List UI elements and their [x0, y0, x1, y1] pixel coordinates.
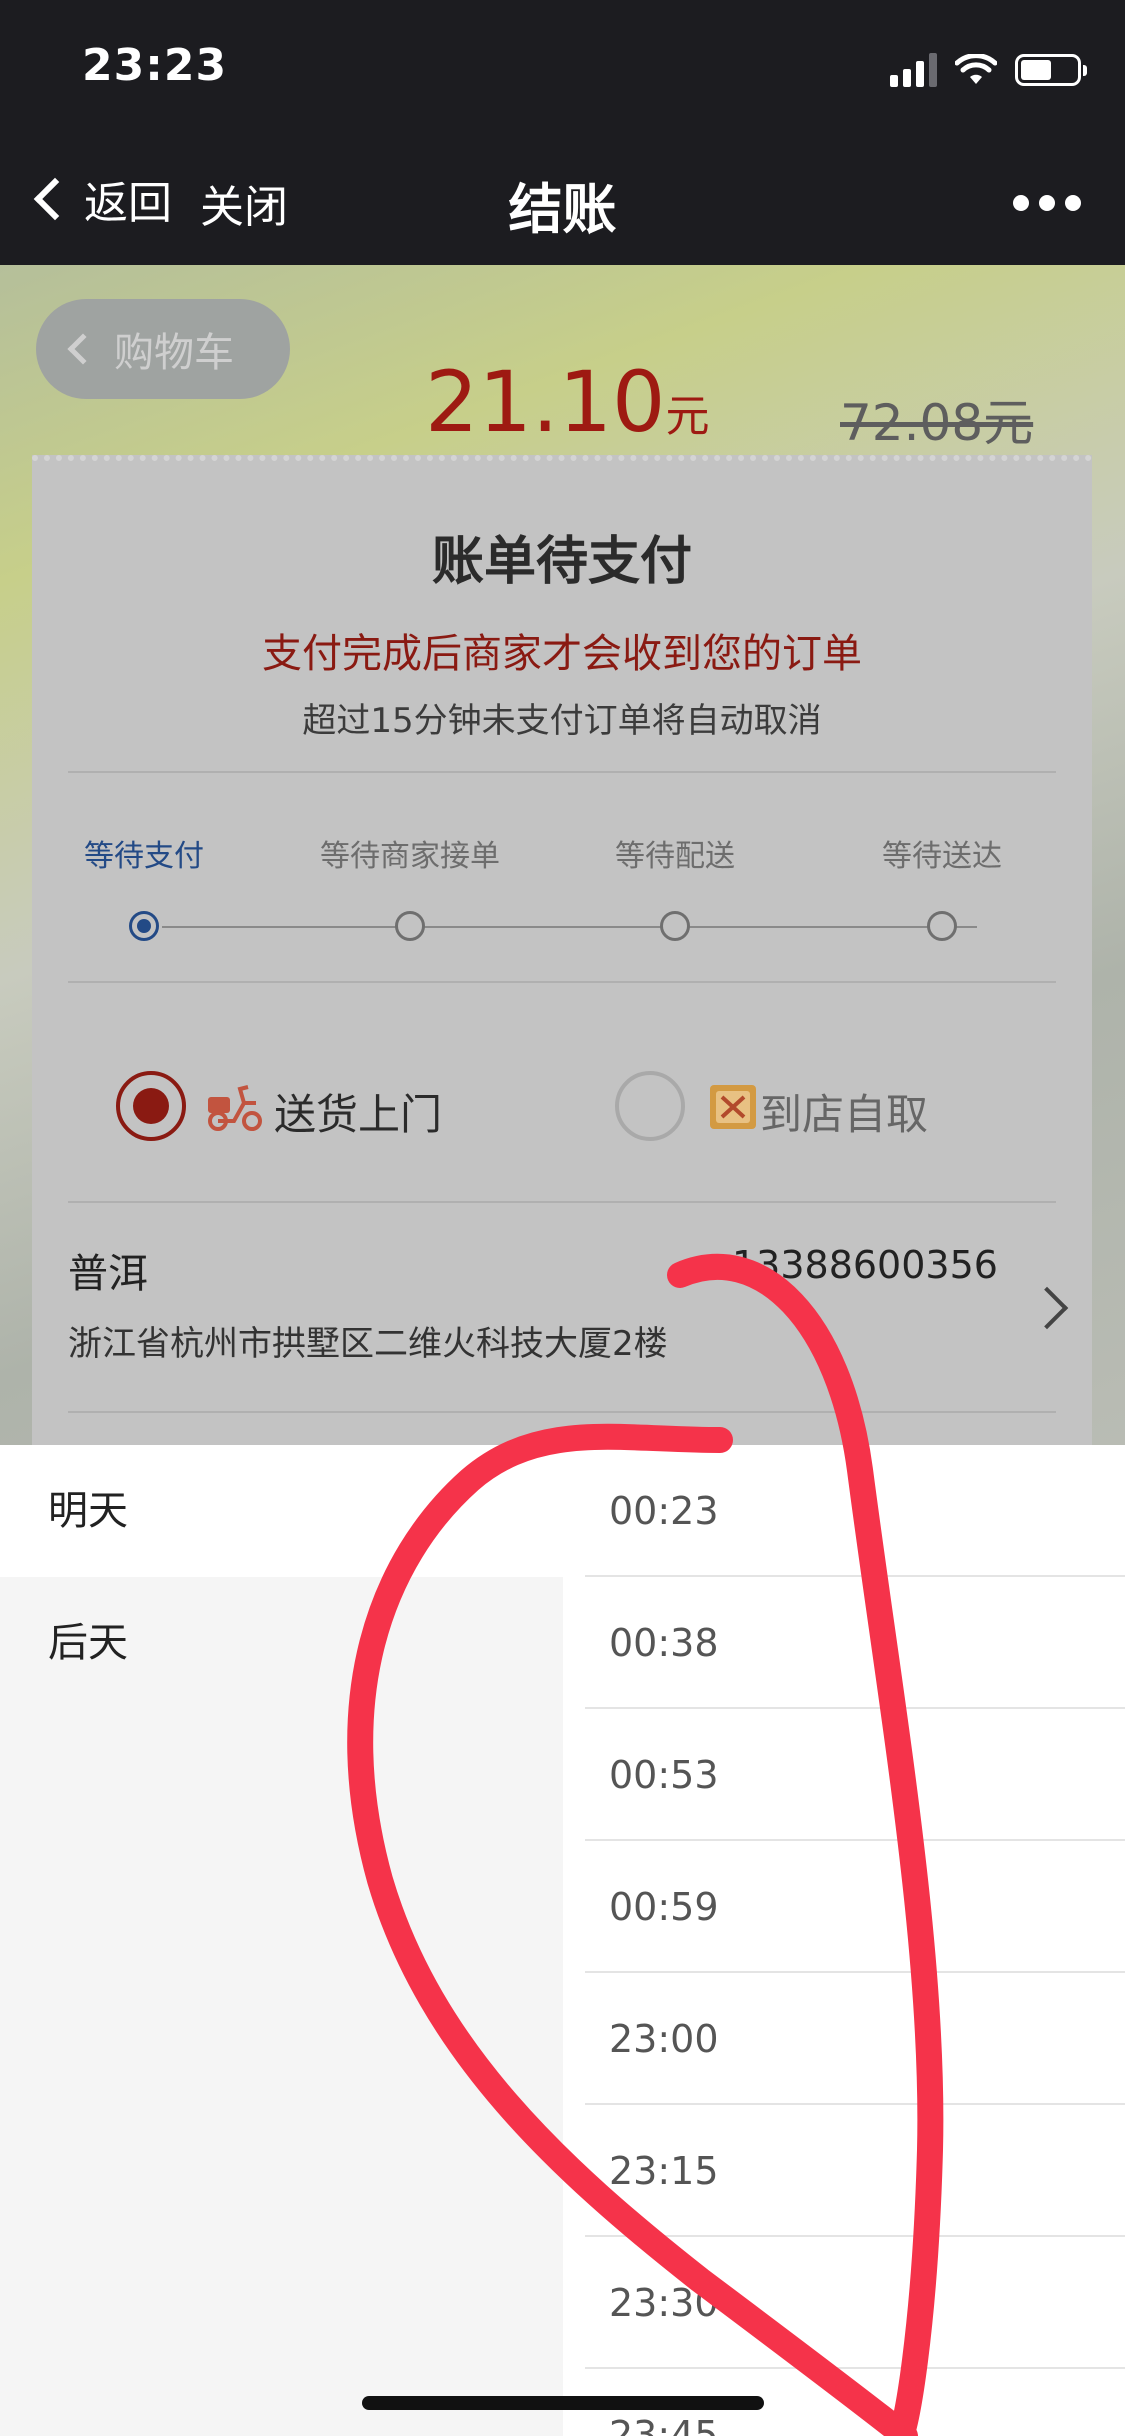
pickup-radio[interactable]: [615, 1071, 685, 1141]
delivery-address: 浙江省杭州市拱墅区二维火科技大厦2楼: [68, 1324, 668, 1364]
original-price: 72.08元: [840, 394, 1034, 452]
divider: [68, 1411, 1056, 1413]
bill-card: 账单待支付 支付完成后商家才会收到您的订单 超过15分钟未支付订单将自动取消 等…: [32, 455, 1092, 1445]
delivery-radio[interactable]: [116, 1071, 186, 1141]
cart-button[interactable]: 购物车: [36, 299, 290, 399]
step-label: 等待支付: [84, 839, 204, 874]
step-item: 等待支付: [24, 831, 264, 941]
status-time: 23:23: [82, 40, 228, 91]
cellular-signal-icon: [890, 53, 937, 87]
time-option[interactable]: 00:38: [585, 1577, 1125, 1709]
time-option[interactable]: 00:23: [585, 1445, 1125, 1577]
status-icons: [890, 50, 1087, 90]
divider: [68, 1201, 1056, 1203]
step-label: 等待送达: [882, 839, 1002, 874]
day-option-day-after[interactable]: 后天: [0, 1577, 563, 1709]
step-item: 等待配送: [555, 831, 795, 941]
step-dot: [395, 911, 425, 941]
time-option[interactable]: 00:53: [585, 1709, 1125, 1841]
step-label: 等待商家接单: [320, 839, 500, 874]
step-dot: [927, 911, 957, 941]
price-unit: 元: [665, 391, 710, 442]
home-indicator[interactable]: [362, 2396, 764, 2410]
time-option[interactable]: 23:15: [585, 2105, 1125, 2237]
divider: [68, 981, 1056, 983]
day-option-tomorrow[interactable]: 明天: [0, 1445, 563, 1577]
time-option[interactable]: 23:00: [585, 1973, 1125, 2105]
bill-title: 账单待支付: [431, 532, 692, 592]
chevron-right-icon[interactable]: [1025, 1286, 1069, 1330]
progress-line: [162, 926, 977, 928]
cancel-notice: 超过15分钟未支付订单将自动取消: [302, 701, 822, 741]
time-option[interactable]: 23:30: [585, 2237, 1125, 2369]
recipient-phone: 13388600356: [732, 1243, 998, 1287]
more-icon[interactable]: [1013, 195, 1081, 211]
delivery-options: 送货上门 到店自取: [32, 1051, 1092, 1161]
divider: [68, 771, 1056, 773]
pickup-label: 到店自取: [760, 1090, 929, 1139]
checkout-content: 购物车 21.10元 72.08元 账单待支付 支付完成后商家才会收到您的订单 …: [0, 265, 1125, 1445]
delivery-time-picker: 明天 后天 00:23 00:38 00:53 00:59 23:00 23:1…: [0, 1445, 1125, 2436]
order-progress: 等待支付 等待商家接单 等待配送 等待送达: [32, 831, 1092, 941]
price-value: 21.10: [425, 353, 666, 451]
current-price: 21.10元: [425, 353, 709, 451]
day-list: 明天 后天: [0, 1445, 563, 2436]
step-dot: [129, 911, 159, 941]
recipient-name: 普洱: [68, 1251, 148, 1297]
scooter-icon: [208, 1085, 262, 1131]
nav-bar: 返回 关闭 结账: [0, 135, 1125, 265]
cart-label: 购物车: [114, 330, 234, 376]
step-dot: [660, 911, 690, 941]
payment-warning: 支付完成后商家才会收到您的订单: [262, 631, 862, 677]
battery-icon: [1015, 54, 1087, 86]
delivery-label: 送货上门: [274, 1090, 443, 1139]
step-label: 等待配送: [615, 839, 735, 874]
wifi-icon: [955, 54, 997, 84]
status-bar: 23:23: [0, 0, 1125, 135]
time-list: 00:23 00:38 00:53 00:59 23:00 23:15 23:3…: [585, 1445, 1125, 2436]
time-option[interactable]: 00:59: [585, 1841, 1125, 1973]
step-item: 等待商家接单: [290, 831, 530, 941]
step-item: 等待送达: [822, 831, 1062, 941]
chevron-left-icon: [67, 333, 99, 365]
store-pickup-icon: [710, 1085, 756, 1129]
page-title: 结账: [508, 178, 617, 241]
